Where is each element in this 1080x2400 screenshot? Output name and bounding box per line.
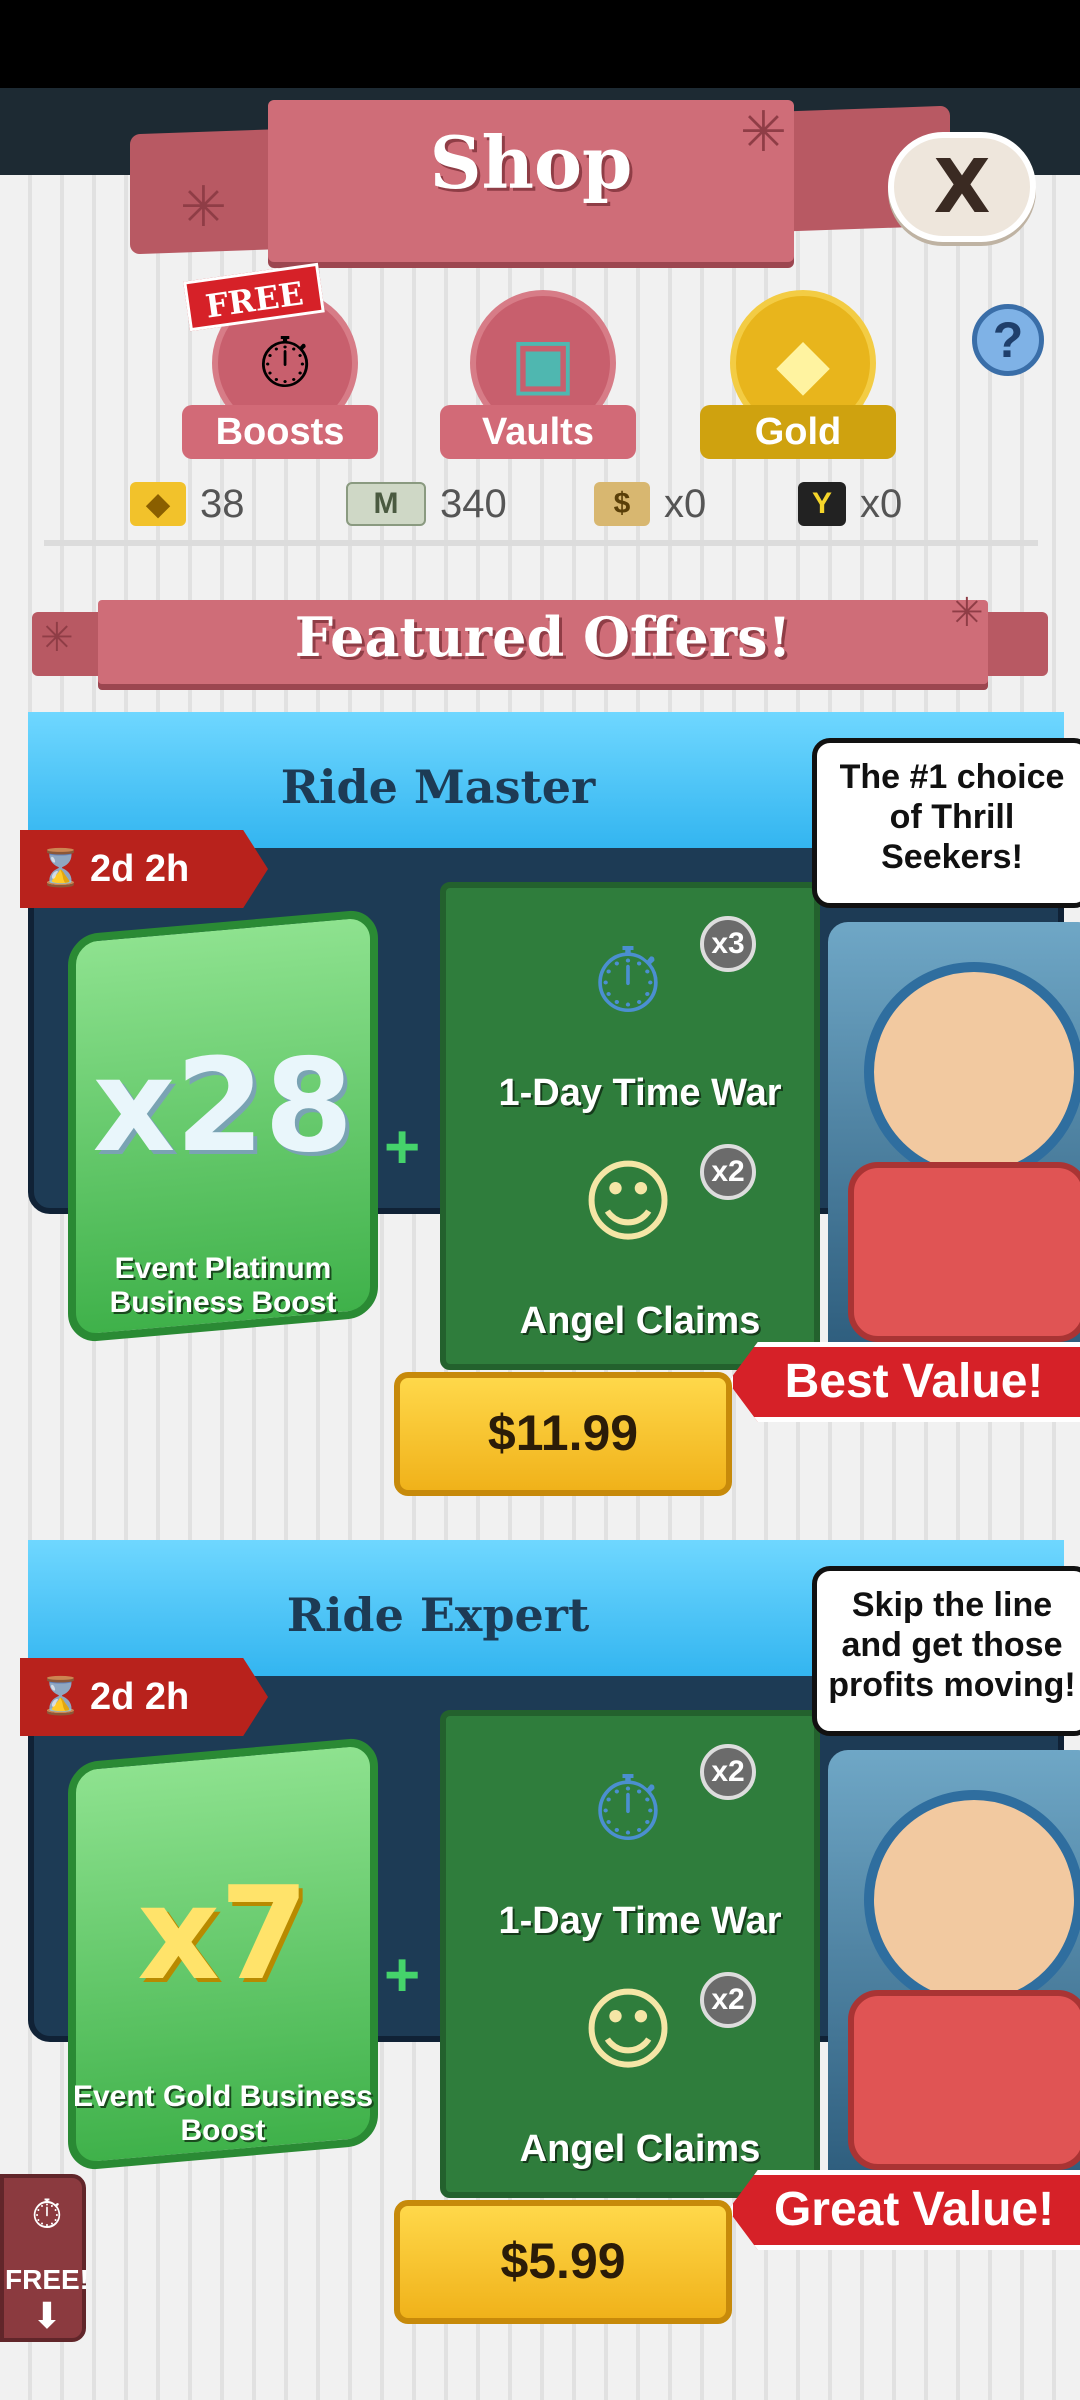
mascot-body [848, 1990, 1080, 2170]
side-button-label: FREE! [5, 2264, 89, 2295]
section-title: Featured Offers! [294, 605, 792, 669]
item-label: Angel Claims [519, 2128, 761, 2170]
stopwatch-icon: ⏱ [592, 929, 664, 1034]
free-boost-side-button[interactable]: ⏱ FREE! ⬇ [0, 2174, 89, 2342]
speech-bubble: The #1 choice of Thrill Seekers! [812, 738, 1080, 908]
plus-icon: + [384, 1941, 421, 2010]
tab-label: Gold [700, 405, 896, 459]
mascot-body [848, 1162, 1080, 1342]
tab-vaults[interactable]: ▣ Vaults [440, 290, 636, 459]
megabucks-icon: M [346, 482, 426, 526]
speech-bubble: Skip the line and get those profits movi… [812, 1566, 1080, 1736]
timer-text: 2d 2h [90, 1676, 190, 1718]
offer-card-ride-expert: Ride Expert ⌛ 2d 2h x7 Event Gold Busine… [20, 1540, 1080, 2324]
offer-timer: ⌛ 2d 2h [20, 1658, 268, 1736]
timer-text: 2d 2h [90, 848, 190, 890]
item-count-badge: x3 [700, 916, 756, 972]
mascot-icon [864, 1790, 1080, 2010]
status-bar [0, 0, 1080, 88]
currency-money-bag: $ x0 [594, 478, 706, 530]
divider [44, 540, 1038, 546]
tab-label: Boosts [182, 405, 378, 459]
arrow-down-icon: ⬇ [31, 2296, 63, 2337]
boost-name: Event Gold Business Boost [72, 2080, 374, 2147]
mascot-icon [864, 962, 1080, 1182]
item-count-badge: x2 [700, 1744, 756, 1800]
money-bag-icon: $ [594, 482, 650, 526]
item-label: 1-Day Time War [498, 1900, 782, 1942]
offer-timer: ⌛ 2d 2h [20, 830, 268, 908]
offer-title: Ride Master [280, 760, 596, 814]
page-title: Shop [429, 120, 633, 205]
gold-bar-icon: ◆ [130, 482, 186, 526]
boost-multiplier: x28 [92, 1032, 354, 1181]
boost-multiplier: x7 [137, 1860, 309, 2009]
help-button[interactable]: ? [972, 304, 1044, 376]
currency-value: x0 [860, 481, 903, 526]
hourglass-icon: ⌛ [38, 848, 83, 889]
sparkle-icon: ✳ [40, 615, 74, 661]
currency-event-token: Y x0 [798, 478, 902, 530]
currency-value: x0 [664, 481, 707, 526]
currency-megabucks: M 340 [346, 478, 507, 530]
value-tag: Great Value! [728, 2170, 1080, 2250]
tab-label: Vaults [440, 405, 636, 459]
offer-title: Ride Expert [286, 1588, 590, 1642]
angel-icon: ☺ [581, 1149, 675, 1255]
boost-icon: ⏱ [31, 2192, 63, 2238]
offer-card-ride-master: Ride Master ⌛ 2d 2h x28 Event Platinum B… [20, 712, 1080, 1496]
stopwatch-icon: ⏱ [592, 1757, 664, 1862]
plus-icon: + [384, 1113, 421, 1182]
sparkle-icon: ✳ [180, 175, 227, 240]
currency-gold: ◆ 38 [130, 478, 245, 530]
item-count-badge: x2 [700, 1972, 756, 2028]
value-tag: Best Value! [728, 1342, 1080, 1422]
item-label: Angel Claims [519, 1300, 761, 1342]
tab-gold[interactable]: ◆ Gold [700, 290, 896, 459]
event-token-icon: Y [798, 482, 846, 526]
currency-value: 340 [440, 481, 507, 526]
hourglass-icon: ⌛ [38, 1676, 83, 1717]
buy-button[interactable]: $5.99 [394, 2200, 732, 2324]
currency-value: 38 [200, 481, 245, 526]
angel-icon: ☺ [581, 1977, 675, 2083]
close-button[interactable]: X [888, 132, 1036, 242]
item-label: 1-Day Time War [498, 1072, 782, 1114]
boost-name: Event Platinum Business Boost [109, 1252, 337, 1319]
buy-button[interactable]: $11.99 [394, 1372, 732, 1496]
item-count-badge: x2 [700, 1144, 756, 1200]
